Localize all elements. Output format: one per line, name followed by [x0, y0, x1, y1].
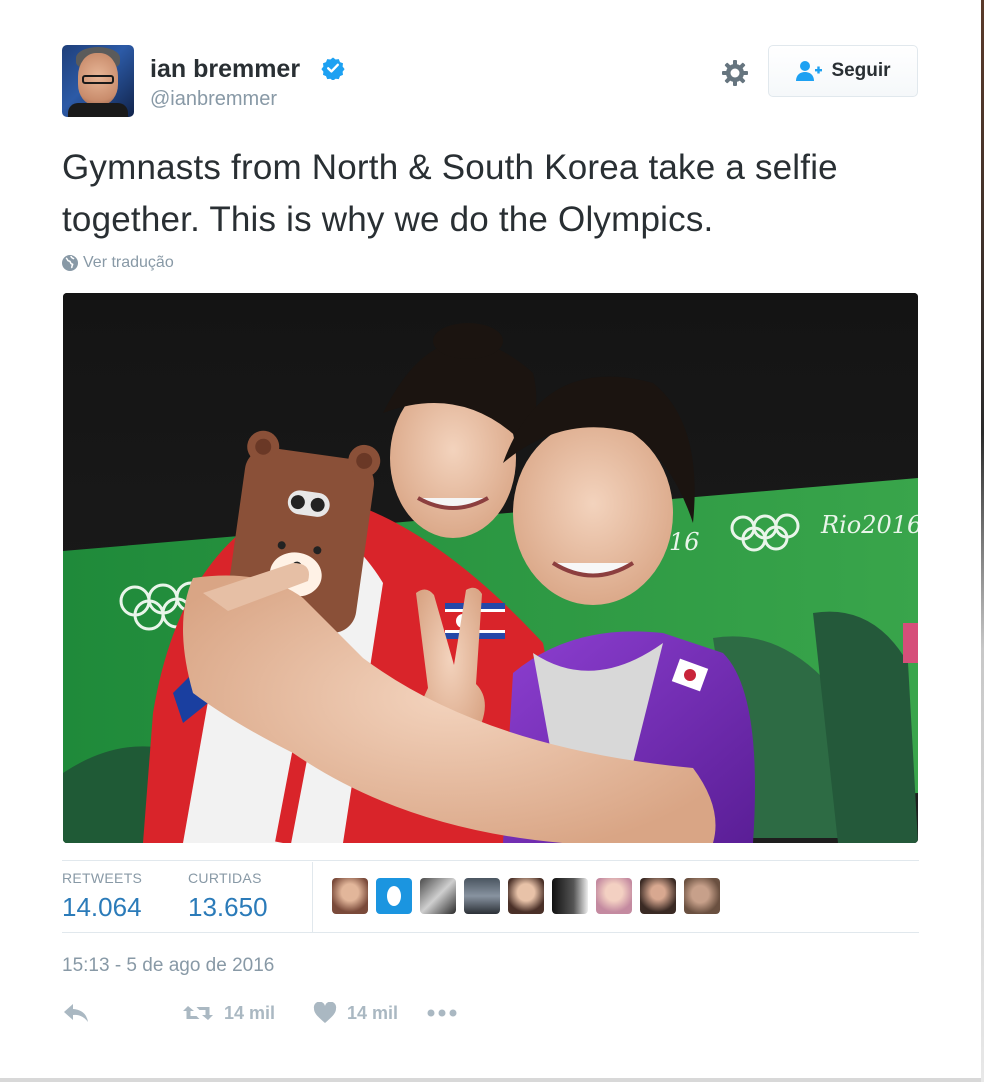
liker-avatar[interactable] — [552, 878, 588, 914]
liker-avatar[interactable] — [332, 878, 368, 914]
globe-icon — [62, 255, 78, 271]
translate-link[interactable]: Ver tradução — [61, 254, 174, 272]
liker-avatar[interactable] — [640, 878, 676, 914]
liker-avatar[interactable] — [596, 878, 632, 914]
liker-avatar[interactable] — [508, 878, 544, 914]
follow-button-label: Seguir — [831, 60, 891, 81]
retweet-count: 14 mil — [224, 1002, 276, 1023]
tweet-text: Gymnasts from North & South Korea take a… — [62, 148, 838, 239]
liker-avatars — [332, 878, 720, 914]
verified-badge-icon — [321, 57, 345, 80]
heart-icon — [313, 1002, 337, 1023]
stats-top-divider — [62, 860, 919, 861]
tweet-card: ian bremmer @ianbremmer Seguir Gymnasts … — [0, 0, 984, 1082]
retweet-icon — [183, 1006, 213, 1020]
like-count: 14 mil — [347, 1002, 399, 1023]
selfie-photo-image: Rio2016 16 — [63, 293, 918, 843]
retweets-label: RETWEETS — [62, 870, 143, 886]
retweet-button[interactable]: 14 mil — [182, 1002, 275, 1024]
reply-icon — [64, 1004, 88, 1022]
liker-avatar[interactable] — [420, 878, 456, 914]
likes-label: CURTIDAS — [188, 870, 262, 886]
liker-avatar[interactable] — [684, 878, 720, 914]
reply-button[interactable] — [62, 1002, 90, 1024]
gear-icon[interactable] — [720, 58, 750, 88]
tweet-photo[interactable]: Rio2016 16 — [63, 293, 918, 843]
rio2016-logo-text: Rio2016 — [820, 511, 918, 539]
liker-avatar[interactable] — [376, 878, 412, 914]
likes-stat[interactable]: CURTIDAS 13.650 — [188, 870, 268, 923]
tweet-timestamp[interactable]: 15:13 - 5 de ago de 2016 — [62, 955, 274, 977]
tweet-actions: 14 mil 14 mil — [62, 1002, 458, 1024]
translate-label: Ver tradução — [83, 254, 174, 271]
retweets-stat[interactable]: RETWEETS 14.064 — [62, 870, 142, 923]
like-button[interactable]: 14 mil — [313, 1002, 398, 1024]
retweets-value: 14.064 — [62, 892, 142, 922]
more-button[interactable] — [426, 1008, 458, 1018]
stats-vertical-divider — [312, 862, 313, 932]
liker-avatar[interactable] — [464, 878, 500, 914]
user-handle[interactable]: @ianbremmer — [150, 88, 277, 111]
stats-bottom-divider — [62, 932, 919, 933]
more-icon — [427, 1009, 457, 1017]
likes-value: 13.650 — [188, 892, 268, 922]
rio2016-partial-text: 16 — [669, 528, 700, 556]
user-name[interactable]: ian bremmer — [150, 55, 300, 84]
user-avatar[interactable] — [62, 45, 134, 117]
follow-button[interactable]: Seguir — [768, 45, 918, 97]
add-user-icon — [796, 61, 823, 81]
